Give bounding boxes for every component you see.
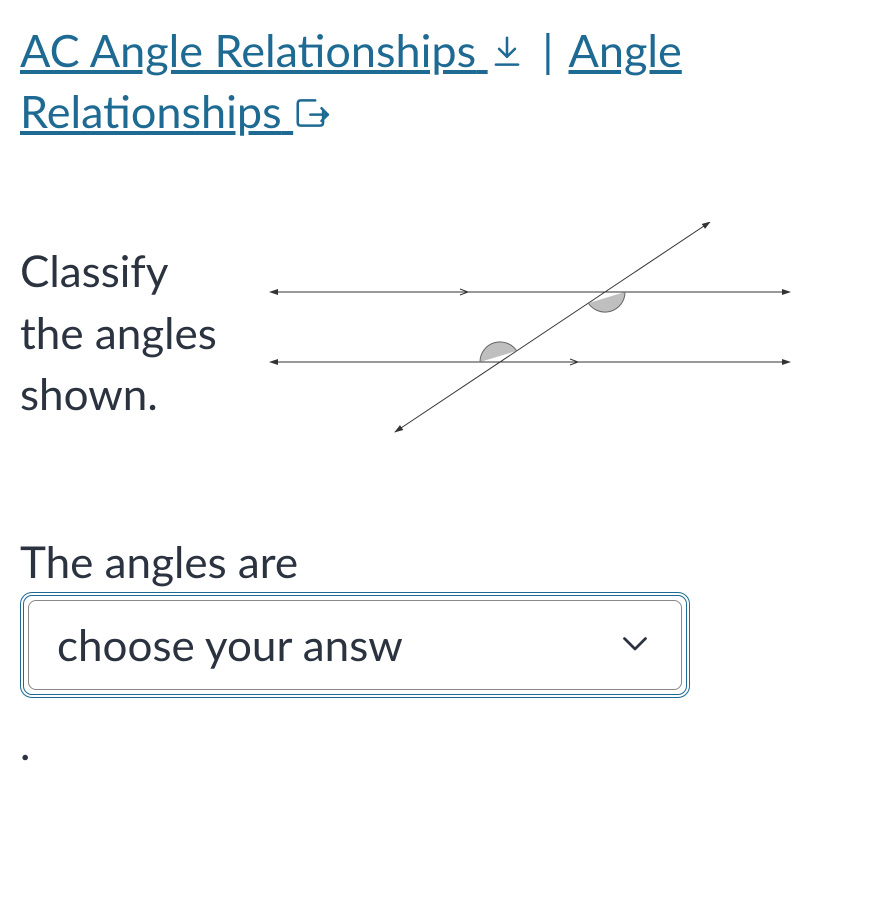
external-link-icon (293, 94, 331, 132)
answer-select-inner[interactable]: choose your answ (28, 600, 682, 690)
chevron-down-icon (617, 625, 653, 665)
question-row: Classify the angles shown. (20, 222, 853, 446)
answer-lead-text: The angles are (20, 536, 853, 588)
answer-select[interactable]: choose your answ (20, 592, 690, 698)
answer-select-placeholder: choose your answ (57, 619, 597, 671)
link1-text: AC Angle Relationships (20, 23, 476, 77)
header-separator: | (542, 20, 553, 81)
link-ac-angle-relationships[interactable]: AC Angle Relationships (20, 23, 526, 77)
assignment-header: AC Angle Relationships | Angle Relations… (20, 20, 853, 142)
answer-trail-text: . (20, 718, 853, 770)
angle-diagram (250, 222, 853, 446)
download-icon (488, 33, 526, 71)
question-prompt: Classify the angles shown. (20, 241, 220, 426)
